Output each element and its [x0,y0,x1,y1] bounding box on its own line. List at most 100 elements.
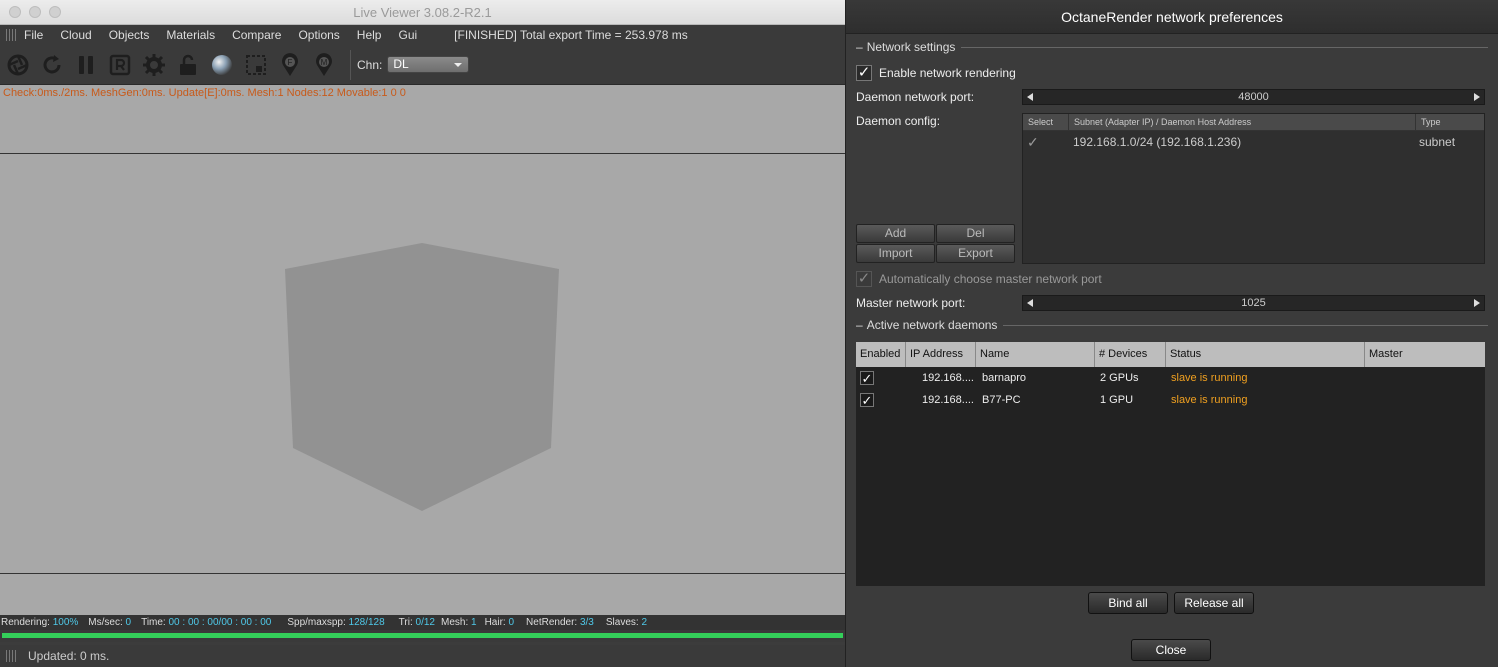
increment-arrow-icon[interactable] [1474,93,1480,101]
add-button[interactable]: Add [856,224,935,243]
minimize-window-button[interactable] [29,6,41,18]
render-stats-line: Check:0ms./2ms. MeshGen:0ms. Update[E]:0… [3,87,406,99]
menu-file[interactable]: File [24,28,43,42]
active-daemons-label: Active network daemons [866,318,998,332]
region-icon[interactable] [242,51,269,78]
del-button[interactable]: Del [936,224,1015,243]
r-icon[interactable] [106,51,133,78]
gear-icon[interactable] [140,51,167,78]
toolbar-separator [350,49,351,80]
pin-f-icon[interactable]: F [276,51,303,78]
enable-network-checkbox[interactable]: ✓ [856,65,872,81]
export-status: [FINISHED] Total export Time = 253.978 m… [454,28,688,42]
sphere-icon[interactable] [208,51,235,78]
close-button[interactable]: Close [1131,639,1211,661]
col-subnet[interactable]: Subnet (Adapter IP) / Daemon Host Addres… [1069,114,1416,130]
daemon-enabled-checkbox[interactable]: ✓ [860,371,874,385]
type-cell: subnet [1419,135,1456,149]
dialog-title: OctaneRender network preferences [846,0,1498,34]
live-viewer-window: Live Viewer 3.08.2-R2.1 File Cloud Objec… [0,0,845,667]
daemon-port-label: Daemon network port: [856,90,975,104]
col-ip-address[interactable]: IP Address [906,342,976,367]
daemon-enabled-checkbox[interactable]: ✓ [860,393,874,407]
render-viewport[interactable]: Check:0ms./2ms. MeshGen:0ms. Update[E]:0… [0,85,845,615]
daemon-config-label: Daemon config: [856,114,941,128]
window-controls [9,6,61,18]
zoom-window-button[interactable] [49,6,61,18]
tri-value: 0/12 [415,617,435,628]
devices-cell: 2 GPUs [1100,372,1139,384]
table-row[interactable]: ✓ 192.168.... B77-PC 1 GPU slave is runn… [856,389,1485,411]
col-enabled[interactable]: Enabled [856,342,906,367]
master-port-label: Master network port: [856,296,966,310]
viewport-top-border [0,153,845,154]
rendered-cube [285,243,559,511]
viewer-toolbar: F M Chn: DL [0,45,845,85]
master-port-spinner[interactable]: 1025 [1022,295,1485,311]
col-type[interactable]: Type [1416,114,1484,130]
render-progress-bar [0,630,845,642]
table-row[interactable]: ✓ 192.168.... barnapro 2 GPUs slave is r… [856,367,1485,389]
export-button[interactable]: Export [936,244,1015,263]
aperture-icon[interactable] [4,51,31,78]
channel-label: Chn: [357,57,383,72]
network-preferences-dialog: OctaneRender network preferences – Networ… [845,0,1498,667]
netrender-value: 3/3 [579,617,594,628]
slaves-value: 2 [641,617,648,628]
select-check-icon[interactable]: ✓ [1023,134,1069,151]
decrement-arrow-icon[interactable] [1027,299,1033,307]
pause-icon[interactable] [72,51,99,78]
mssec-label: Ms/sec: [88,617,123,628]
col-devices[interactable]: # Devices [1095,342,1166,367]
channel-select[interactable]: DL [387,56,470,73]
menu-cloud[interactable]: Cloud [60,28,91,42]
grip-icon[interactable] [6,29,18,41]
hair-label: Hair: [484,617,506,628]
active-daemons-table: Enabled IP Address Name # Devices Status… [856,342,1485,586]
menu-compare[interactable]: Compare [232,28,281,42]
time-value: 00 : 00 : 00/00 : 00 : 00 [168,617,272,628]
name-cell: B77-PC [982,394,1021,406]
daemon-config-table: Select Subnet (Adapter IP) / Daemon Host… [1022,113,1485,264]
col-name[interactable]: Name [976,342,1095,367]
menu-options[interactable]: Options [298,28,339,42]
master-port-value: 1025 [1241,297,1266,309]
rendering-label: Rendering: [1,617,50,628]
viewer-titlebar: Live Viewer 3.08.2-R2.1 [0,0,845,25]
col-select[interactable]: Select [1023,114,1069,130]
viewer-bottom-bar: Updated: 0 ms. [0,645,845,667]
devices-cell: 1 GPU [1100,394,1134,406]
close-window-button[interactable] [9,6,21,18]
col-master[interactable]: Master [1365,342,1485,367]
viewport-bottom-border [0,573,845,574]
ip-cell: 192.168.... [922,394,974,406]
pin-m-icon[interactable]: M [310,51,337,78]
import-button[interactable]: Import [856,244,935,263]
decrement-arrow-icon[interactable] [1027,93,1033,101]
enable-network-label: Enable network rendering [879,66,1016,80]
menu-help[interactable]: Help [357,28,382,42]
menu-gui[interactable]: Gui [398,28,417,42]
mesh-value: 1 [471,617,477,628]
bind-all-button[interactable]: Bind all [1088,592,1168,614]
updated-text: Updated: 0 ms. [28,649,110,663]
increment-arrow-icon[interactable] [1474,299,1480,307]
auto-master-checkbox[interactable]: ✓ [856,271,872,287]
release-all-button[interactable]: Release all [1174,592,1254,614]
col-status[interactable]: Status [1166,342,1365,367]
status-cell: slave is running [1171,372,1248,384]
channel-value: DL [393,57,409,71]
lock-icon[interactable] [174,51,201,78]
spp-label: Spp/maxspp: [287,617,346,628]
grip-icon[interactable] [6,650,18,662]
slaves-label: Slaves: [605,617,639,628]
active-daemons-heading: – Active network daemons [856,318,1488,332]
daemon-port-spinner[interactable]: 48000 [1022,89,1485,105]
refresh-icon[interactable] [38,51,65,78]
menu-materials[interactable]: Materials [166,28,215,42]
render-status-bar: Rendering: 100% Ms/sec: 0 Time: 00 : 00 … [0,615,845,630]
chevron-down-icon [454,63,463,67]
table-row[interactable]: ✓ 192.168.1.0/24 (192.168.1.236) subnet [1023,131,1484,153]
menu-objects[interactable]: Objects [109,28,150,42]
mesh-label: Mesh: [441,617,469,628]
